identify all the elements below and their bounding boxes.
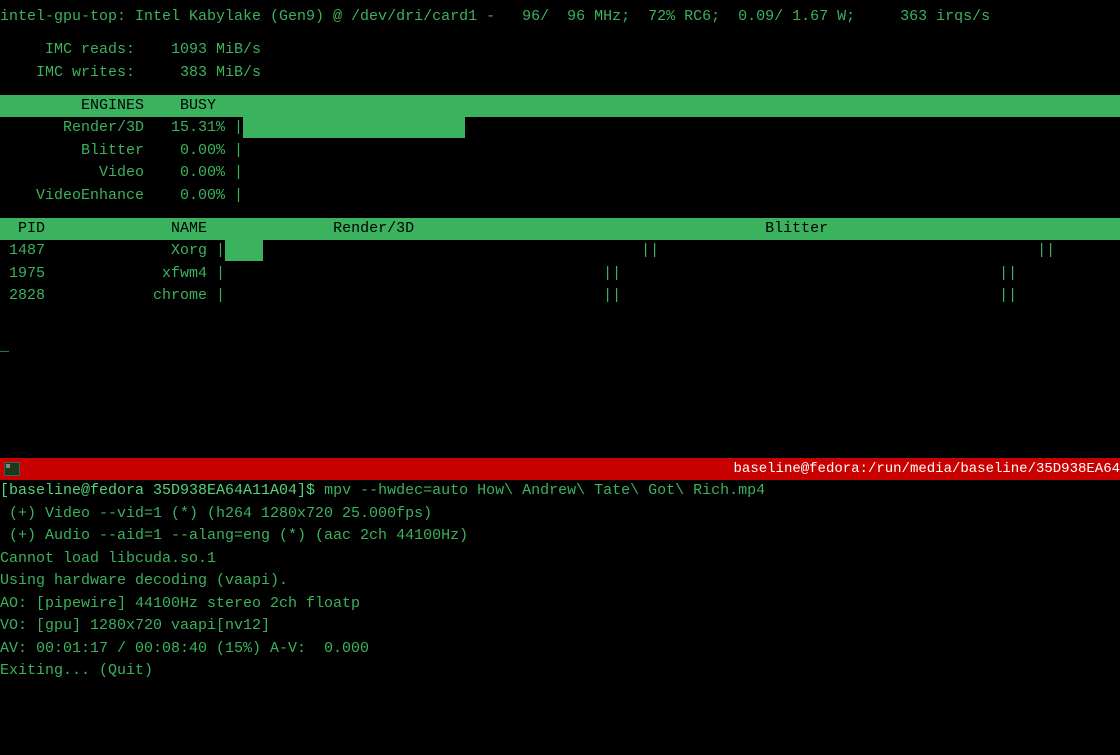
proc-list: 1487 Xorg | || || 1975 xfwm4 | || xyxy=(0,240,1120,308)
engines-header: ENGINES BUSY xyxy=(0,95,1120,118)
imc-writes: IMC writes: 383 MiB/s xyxy=(0,62,1120,85)
output-line: VO: [gpu] 1280x720 vaapi[nv12] xyxy=(0,615,1120,638)
table-row: 2828 chrome | || || xyxy=(0,285,1120,308)
engine-row: Video 0.00% | xyxy=(0,162,1120,185)
engine-row: Blitter 0.00% | xyxy=(0,140,1120,163)
output-line: Cannot load libcuda.so.1 xyxy=(0,548,1120,571)
prompt-line: [baseline@fedora 35D938EA64A11A04]$ mpv … xyxy=(0,480,1120,503)
output-line: Exiting... (Quit) xyxy=(0,660,1120,683)
intel-gpu-top-pane: intel-gpu-top: Intel Kabylake (Gen9) @ /… xyxy=(0,0,1120,358)
terminal-titlebar[interactable]: baseline@fedora:/run/media/baseline/35D9… xyxy=(0,458,1120,480)
table-row: 1487 Xorg | || || xyxy=(0,240,1120,263)
header-line: intel-gpu-top: Intel Kabylake (Gen9) @ /… xyxy=(0,6,1120,29)
terminal-pane[interactable]: [baseline@fedora 35D938EA64A11A04]$ mpv … xyxy=(0,480,1120,683)
engine-row: Render/3D 15.31% | xyxy=(0,117,1120,140)
terminal-icon xyxy=(4,462,20,476)
output-line: AV: 00:01:17 / 00:08:40 (15%) A-V: 0.000 xyxy=(0,638,1120,661)
engines-list: Render/3D 15.31% | Blitter 0.00% | Video… xyxy=(0,117,1120,207)
output-line: AO: [pipewire] 44100Hz stereo 2ch floatp xyxy=(0,593,1120,616)
cursor-dash: _ xyxy=(0,336,1120,359)
imc-reads: IMC reads: 1093 MiB/s xyxy=(0,39,1120,62)
table-row: 1975 xfwm4 | || || xyxy=(0,263,1120,286)
output-line: (+) Video --vid=1 (*) (h264 1280x720 25.… xyxy=(0,503,1120,526)
output-line: (+) Audio --aid=1 --alang=eng (*) (aac 2… xyxy=(0,525,1120,548)
engine-row: VideoEnhance 0.00% | xyxy=(0,185,1120,208)
output-line: Using hardware decoding (vaapi). xyxy=(0,570,1120,593)
proc-header: PID NAME Render/3D Blitter xyxy=(0,218,1120,241)
terminal-title: baseline@fedora:/run/media/baseline/35D9… xyxy=(734,459,1120,480)
